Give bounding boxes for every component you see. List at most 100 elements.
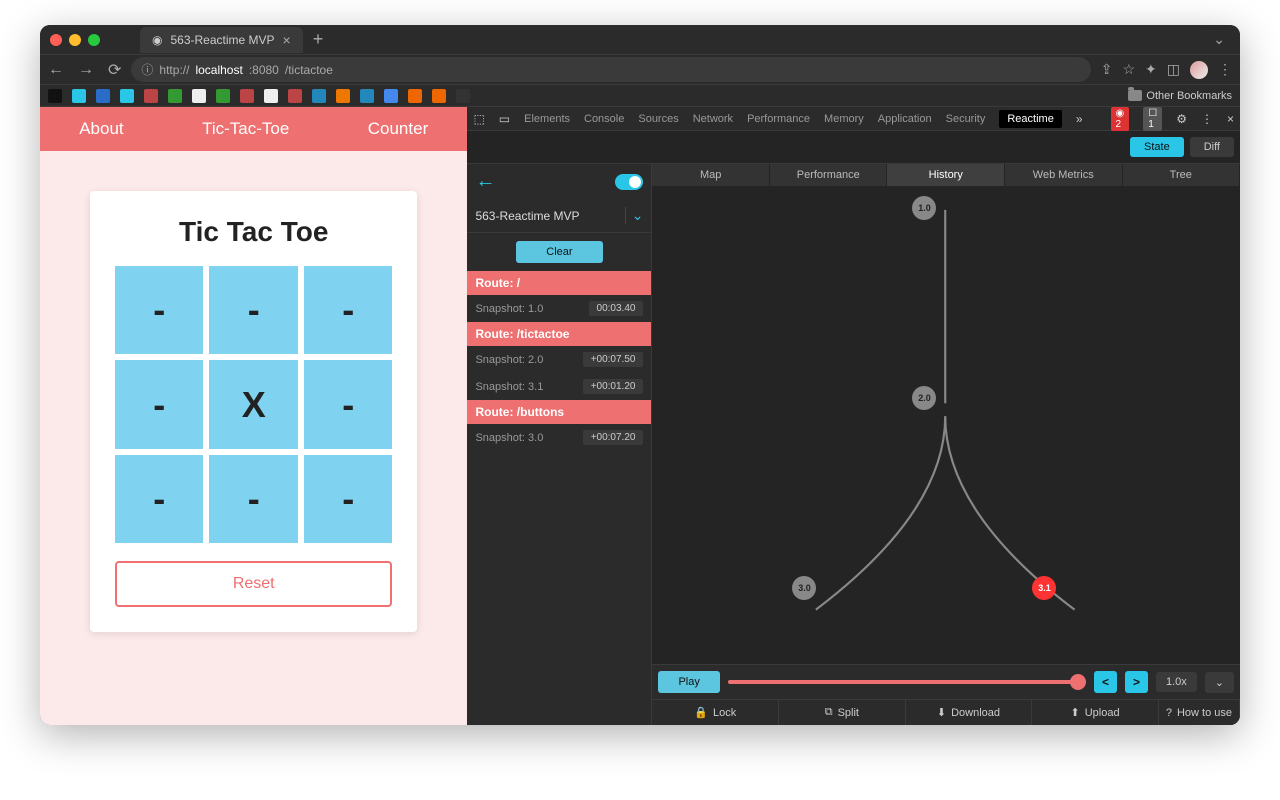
cell[interactable]: X [209,360,297,448]
inspect-icon[interactable]: ⬚ [473,112,484,126]
profile-avatar[interactable] [1190,61,1208,79]
reload-button[interactable]: ⟳ [108,60,121,80]
bottom-action-download[interactable]: ⬇Download [906,700,1033,725]
extensions-icon[interactable]: ✦ [1145,61,1157,78]
bookmark-icon[interactable] [288,89,302,103]
game-card: Tic Tac Toe - - - - X - - - - Reset [90,191,417,632]
dt-tab-security[interactable]: Security [946,113,986,125]
snapshot-row[interactable]: Snapshot: 3.1+00:01.20 [467,373,651,400]
close-devtools-icon[interactable]: × [1227,112,1234,126]
dt-tab-reactime[interactable]: Reactime [999,110,1061,128]
nav-tictactoe[interactable]: Tic-Tac-Toe [202,119,289,139]
bottom-action-split[interactable]: ⧉Split [779,700,906,725]
chevron-down-icon[interactable]: ⌄ [625,207,644,224]
nav-counter[interactable]: Counter [368,119,428,139]
bookmark-icon[interactable] [120,89,134,103]
cell[interactable]: - [115,266,203,354]
back-arrow-icon[interactable]: ← [475,170,495,193]
error-badge[interactable]: ◉ 2 [1111,107,1130,131]
nav-about[interactable]: About [79,119,123,139]
bookmark-icon[interactable] [240,89,254,103]
reset-button[interactable]: Reset [115,561,392,607]
bookmark-icon[interactable] [48,89,62,103]
route-header: Route: /tictactoe [467,322,651,346]
state-pill[interactable]: State [1130,137,1184,157]
share-icon[interactable]: ⇪ [1101,61,1113,78]
maximize-window-button[interactable] [88,34,100,46]
bookmark-icon[interactable] [216,89,230,103]
browser-tab[interactable]: ◉ 563-Reactime MVP × [140,27,303,53]
clear-button[interactable]: Clear [516,241,602,263]
next-button[interactable]: > [1125,671,1148,693]
new-tab-button[interactable]: + [313,29,324,50]
bookmark-icon[interactable] [360,89,374,103]
bookmark-icon[interactable] [96,89,110,103]
diff-pill[interactable]: Diff [1190,137,1234,157]
snapshot-row[interactable]: Snapshot: 3.0+00:07.20 [467,424,651,451]
dt-tab-performance[interactable]: Performance [747,113,810,125]
cell[interactable]: - [115,455,203,543]
snapshot-row[interactable]: Snapshot: 1.000:03.40 [467,295,651,322]
play-button[interactable]: Play [658,671,719,693]
dt-tab-network[interactable]: Network [693,113,733,125]
bookmark-icon[interactable] [312,89,326,103]
bottom-action-how-to-use[interactable]: ?How to use [1159,700,1240,725]
route-header: Route: / [467,271,651,295]
chevron-down-icon[interactable]: ⌄ [1213,31,1225,48]
subtab-map[interactable]: Map [652,164,770,186]
cell[interactable]: - [115,360,203,448]
kebab-icon[interactable]: ⋮ [1201,112,1213,126]
minimize-window-button[interactable] [69,34,81,46]
cell[interactable]: - [304,360,392,448]
timeline-slider[interactable] [728,680,1086,684]
other-bookmarks-button[interactable]: Other Bookmarks [1128,90,1232,102]
prev-button[interactable]: < [1094,671,1117,693]
bottom-action-lock[interactable]: 🔒Lock [652,700,779,725]
menu-icon[interactable]: ⋮ [1218,61,1232,78]
device-icon[interactable]: ▭ [499,112,510,126]
dt-tab-memory[interactable]: Memory [824,113,864,125]
bookmark-icon[interactable] [432,89,446,103]
cell[interactable]: - [304,455,392,543]
subtab-webmetrics[interactable]: Web Metrics [1005,164,1123,186]
snapshot-label: Snapshot: 2.0 [475,354,543,366]
bookmark-icon[interactable] [336,89,350,103]
dt-tab-elements[interactable]: Elements [524,113,570,125]
close-tab-icon[interactable]: × [283,32,291,48]
subtab-tree[interactable]: Tree [1123,164,1240,186]
bookmark-icon[interactable] [192,89,206,103]
bookmark-star-icon[interactable]: ☆ [1122,61,1135,78]
bookmark-icon[interactable] [144,89,158,103]
bookmarks-bar: Other Bookmarks [40,85,1240,107]
bookmark-icon[interactable] [408,89,422,103]
snapshot-row[interactable]: Snapshot: 2.0+00:07.50 [467,346,651,373]
dt-tab-application[interactable]: Application [878,113,932,125]
bookmark-icon[interactable] [264,89,278,103]
info-badge[interactable]: ☐ 1 [1143,107,1162,131]
dt-tab-sources[interactable]: Sources [638,113,678,125]
bookmark-icon[interactable] [456,89,470,103]
app-pane: About Tic-Tac-Toe Counter Tic Tac Toe - … [40,107,467,725]
bottom-action-upload[interactable]: ⬆Upload [1032,700,1159,725]
app-nav: About Tic-Tac-Toe Counter [40,107,467,151]
cell[interactable]: - [209,266,297,354]
gear-icon[interactable]: ⚙ [1176,112,1187,126]
more-tabs-icon[interactable]: » [1076,112,1083,126]
cell[interactable]: - [209,455,297,543]
close-window-button[interactable] [50,34,62,46]
speed-select[interactable]: 1.0x [1156,672,1197,692]
record-toggle[interactable] [615,174,643,190]
subtab-history[interactable]: History [887,164,1005,186]
bookmark-icon[interactable] [72,89,86,103]
dt-tab-console[interactable]: Console [584,113,624,125]
speed-dropdown-icon[interactable]: ⌄ [1205,672,1234,693]
subtab-performance[interactable]: Performance [770,164,888,186]
cell[interactable]: - [304,266,392,354]
back-button[interactable]: ← [48,61,64,79]
forward-button[interactable]: → [78,61,94,79]
history-graph[interactable]: 1.02.03.03.1 [652,186,1240,664]
panel-icon[interactable]: ◫ [1167,61,1180,78]
bookmark-icon[interactable] [384,89,398,103]
url-bar[interactable]: ⓘ http://localhost:8080/tictactoe [131,57,1090,82]
bookmark-icon[interactable] [168,89,182,103]
